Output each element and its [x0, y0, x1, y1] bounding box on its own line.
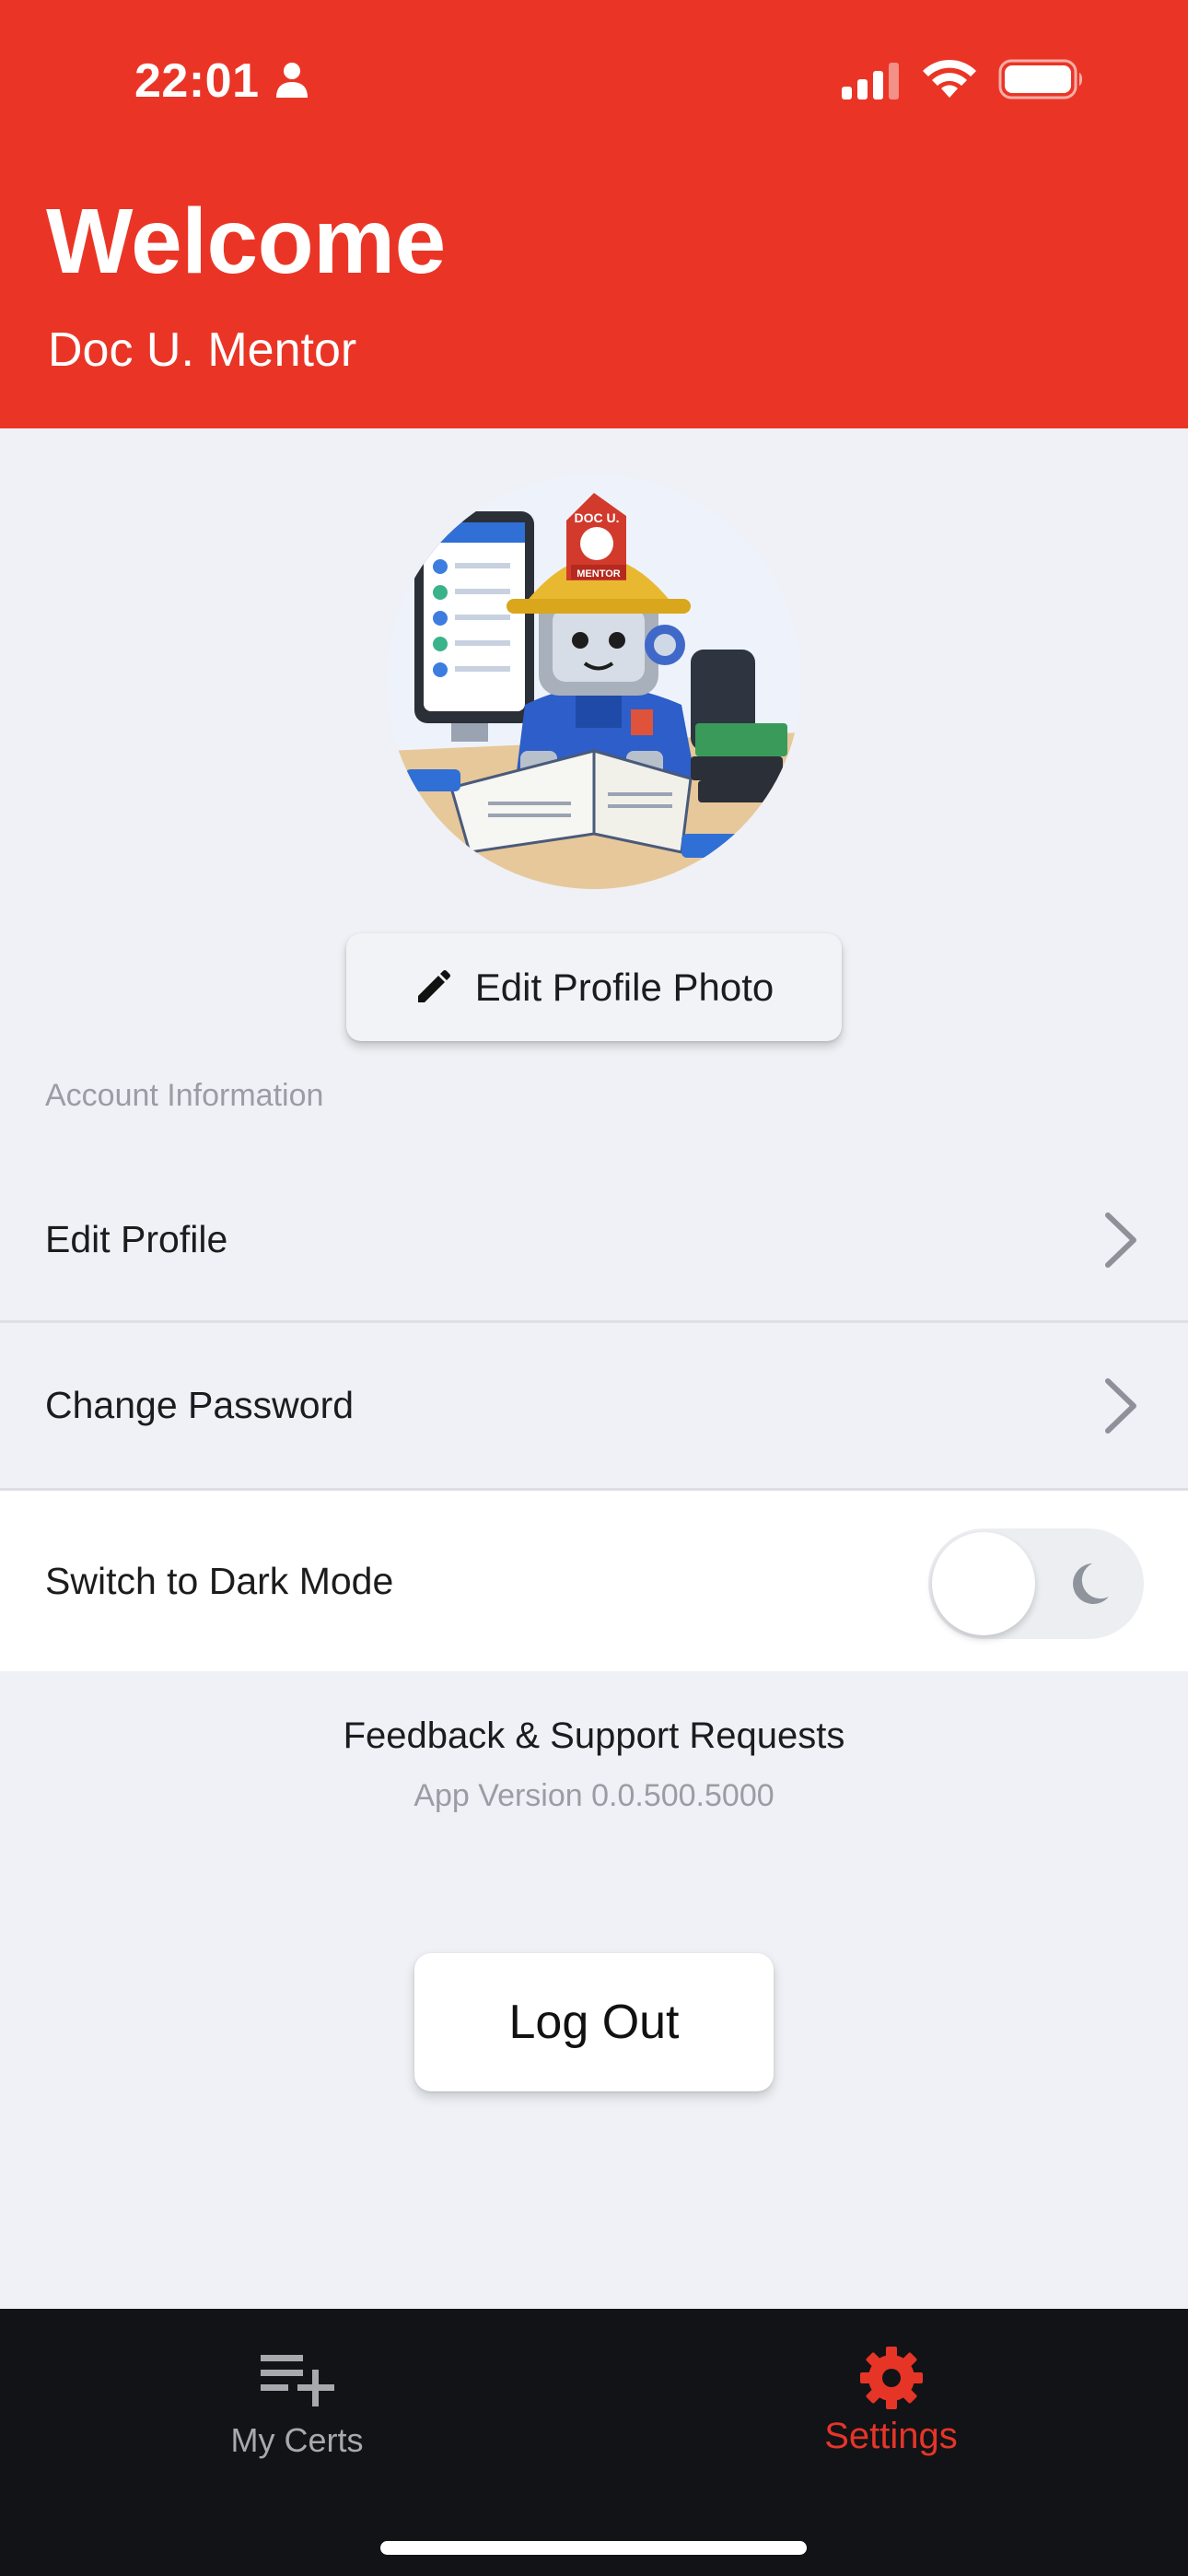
page-title: Welcome [46, 190, 446, 293]
tab-my-certs[interactable]: My Certs [0, 2309, 594, 2512]
wifi-icon [923, 59, 976, 98]
edit-profile-row[interactable]: Edit Profile [0, 1159, 1188, 1323]
pencil-icon [417, 969, 450, 1002]
change-password-row[interactable]: Change Password [0, 1323, 1188, 1491]
signal-icon [842, 63, 899, 100]
status-bar: 22:01 [0, 0, 1188, 161]
person-icon [276, 63, 308, 98]
header: 22:01 Welcome Doc U. Mentor [0, 0, 1188, 428]
battery-icon [998, 59, 1082, 100]
profile-avatar: DOC U. MENTOR [387, 474, 801, 889]
svg-text:DOC U.: DOC U. [575, 510, 620, 525]
toggle-knob [932, 1532, 1035, 1635]
edit-profile-photo-button[interactable]: Edit Profile Photo [346, 933, 842, 1041]
tab-my-certs-label: My Certs [230, 2421, 364, 2459]
edit-profile-photo-label: Edit Profile Photo [474, 965, 775, 1009]
dark-mode-toggle[interactable] [928, 1528, 1144, 1639]
tab-settings[interactable]: Settings [594, 2309, 1188, 2512]
edit-profile-label: Edit Profile [45, 1218, 228, 1260]
change-password-label: Change Password [45, 1384, 355, 1426]
chevron-right-icon [1105, 1377, 1136, 1434]
home-indicator [380, 2541, 807, 2555]
dark-mode-label: Switch to Dark Mode [45, 1559, 394, 1602]
chevron-right-icon [1105, 1212, 1136, 1268]
status-time: 22:01 [134, 54, 260, 108]
tab-settings-label: Settings [824, 2416, 958, 2456]
gear-icon [859, 2347, 923, 2409]
account-section-title: Account Information [45, 1078, 324, 1113]
user-name: Doc U. Mentor [48, 323, 357, 377]
svg-text:MENTOR: MENTOR [577, 568, 621, 580]
tab-bar: My Certs Settings [0, 2309, 1188, 2576]
feedback-support-link[interactable]: Feedback & Support Requests [0, 1715, 1188, 1757]
playlist-add-icon [260, 2355, 334, 2406]
app-version: App Version 0.0.500.5000 [413, 1778, 775, 1813]
moon-icon [1073, 1563, 1109, 1604]
robot-firefighter-avatar: DOC U. MENTOR [387, 474, 801, 889]
log-out-button[interactable]: Log Out [414, 1953, 774, 2091]
